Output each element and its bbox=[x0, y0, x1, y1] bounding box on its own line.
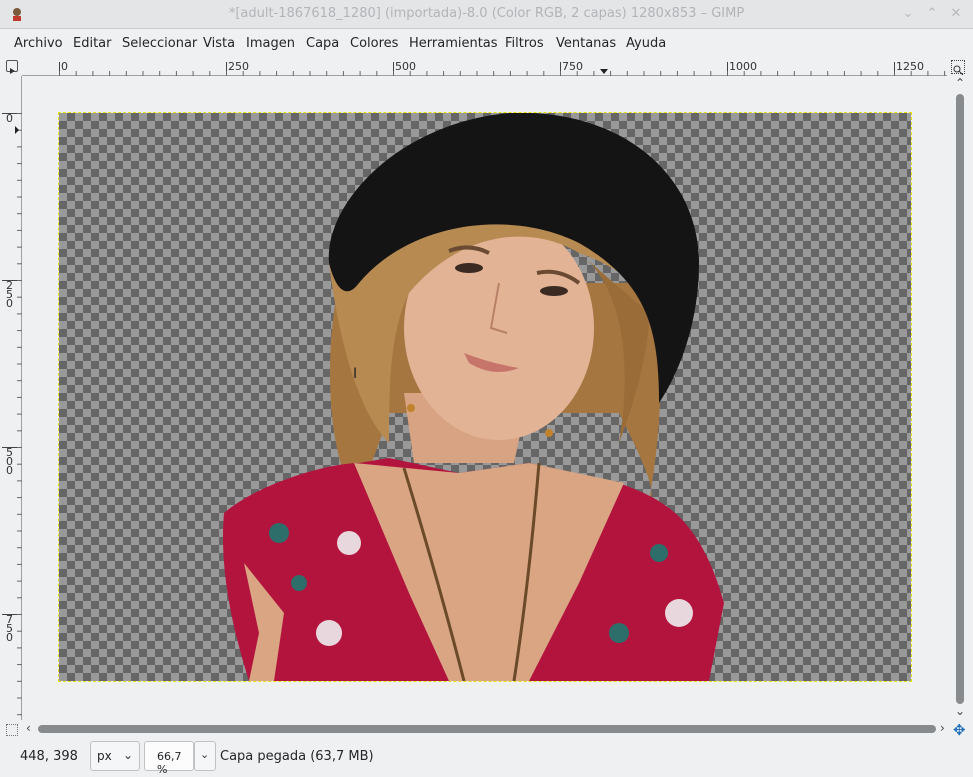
maximize-button[interactable]: ⌃ bbox=[924, 6, 940, 22]
vertical-scroll-thumb[interactable] bbox=[956, 94, 964, 704]
vertical-scrollbar[interactable]: ⌃ ⌄ bbox=[951, 76, 973, 720]
unit-value: px bbox=[97, 749, 112, 763]
horizontal-scroll-thumb[interactable] bbox=[38, 725, 936, 733]
status-message: Capa pegada (63,7 MB) bbox=[220, 749, 374, 764]
navigate-icon[interactable]: ✥ bbox=[953, 721, 966, 739]
ruler-label: 250 bbox=[228, 60, 249, 73]
horizontal-ruler[interactable]: 0 250 500 750 1000 1250 bbox=[22, 59, 947, 76]
menu-filtros[interactable]: Filtros bbox=[505, 36, 544, 51]
chevron-up-icon: ⌃ bbox=[926, 6, 938, 21]
ruler-label: 750 bbox=[562, 60, 583, 73]
chevron-down-icon: ⌄ bbox=[123, 748, 134, 762]
quick-mask-toggle[interactable] bbox=[6, 724, 18, 736]
pointer-coordinates: 448, 398 bbox=[20, 749, 78, 764]
menu-bar: Archivo Editar Seleccionar Vista Imagen … bbox=[0, 29, 973, 59]
menu-editar[interactable]: Editar bbox=[73, 36, 112, 51]
status-bar: 448, 398 px ⌄ 66,7 % ⌄ Capa pegada (63,7… bbox=[0, 738, 973, 777]
zoom-dropdown-button[interactable]: ⌄ bbox=[194, 741, 216, 771]
ruler-label: 0 bbox=[6, 112, 13, 125]
menu-capa[interactable]: Capa bbox=[306, 36, 339, 51]
zoom-input[interactable]: 66,7 % bbox=[144, 741, 194, 776]
window-title: *[adult-1867618_1280] (importada)-8.0 (C… bbox=[228, 6, 745, 21]
ruler-label: 750 bbox=[6, 613, 13, 644]
unit-select[interactable]: px ⌄ bbox=[90, 741, 140, 771]
ruler-label: 1250 bbox=[896, 60, 924, 73]
menu-herramientas[interactable]: Herramientas bbox=[409, 36, 498, 51]
title-bar: *[adult-1867618_1280] (importada)-8.0 (C… bbox=[0, 0, 973, 29]
image-layer[interactable] bbox=[58, 112, 912, 682]
scroll-right-arrow-icon[interactable]: › bbox=[940, 721, 945, 735]
menu-archivo[interactable]: Archivo bbox=[14, 36, 63, 51]
ruler-label: 250 bbox=[6, 279, 13, 310]
menu-imagen[interactable]: Imagen bbox=[246, 36, 295, 51]
text-cursor-icon: I bbox=[353, 366, 358, 382]
scroll-left-arrow-icon[interactable]: ‹ bbox=[26, 721, 31, 735]
menu-colores[interactable]: Colores bbox=[350, 36, 398, 51]
menu-ventanas[interactable]: Ventanas bbox=[556, 36, 616, 51]
vertical-ruler[interactable]: 0 250 500 750 bbox=[0, 76, 22, 720]
triangle-right-icon bbox=[10, 68, 15, 74]
close-button[interactable]: ✕ bbox=[948, 6, 964, 22]
horizontal-scrollbar[interactable]: ‹ › bbox=[22, 720, 951, 738]
ruler-label: 500 bbox=[395, 60, 416, 73]
ruler-label: 1000 bbox=[729, 60, 757, 73]
menu-seleccionar[interactable]: Seleccionar bbox=[122, 36, 197, 51]
minimize-button[interactable]: ⌄ bbox=[900, 6, 916, 22]
zoom-fit-button[interactable] bbox=[951, 60, 965, 76]
menu-ayuda[interactable]: Ayuda bbox=[626, 36, 666, 51]
ruler-label: 0 bbox=[61, 60, 68, 73]
zoom-value: 66,7 % bbox=[157, 750, 182, 776]
scroll-up-arrow-icon[interactable]: ⌃ bbox=[955, 76, 965, 90]
chevron-down-icon: ⌄ bbox=[200, 748, 210, 761]
ruler-label: 500 bbox=[6, 446, 13, 477]
portrait-image bbox=[223, 113, 725, 681]
menu-toggle-button[interactable] bbox=[6, 60, 18, 74]
menu-vista[interactable]: Vista bbox=[203, 36, 235, 51]
chevron-down-icon: ⌄ bbox=[902, 6, 914, 21]
zoom-icon bbox=[953, 65, 964, 76]
close-icon: ✕ bbox=[950, 6, 962, 21]
ruler-ticks bbox=[59, 62, 946, 76]
scroll-down-arrow-icon[interactable]: ⌄ bbox=[955, 704, 965, 718]
image-canvas[interactable]: I bbox=[22, 76, 951, 720]
